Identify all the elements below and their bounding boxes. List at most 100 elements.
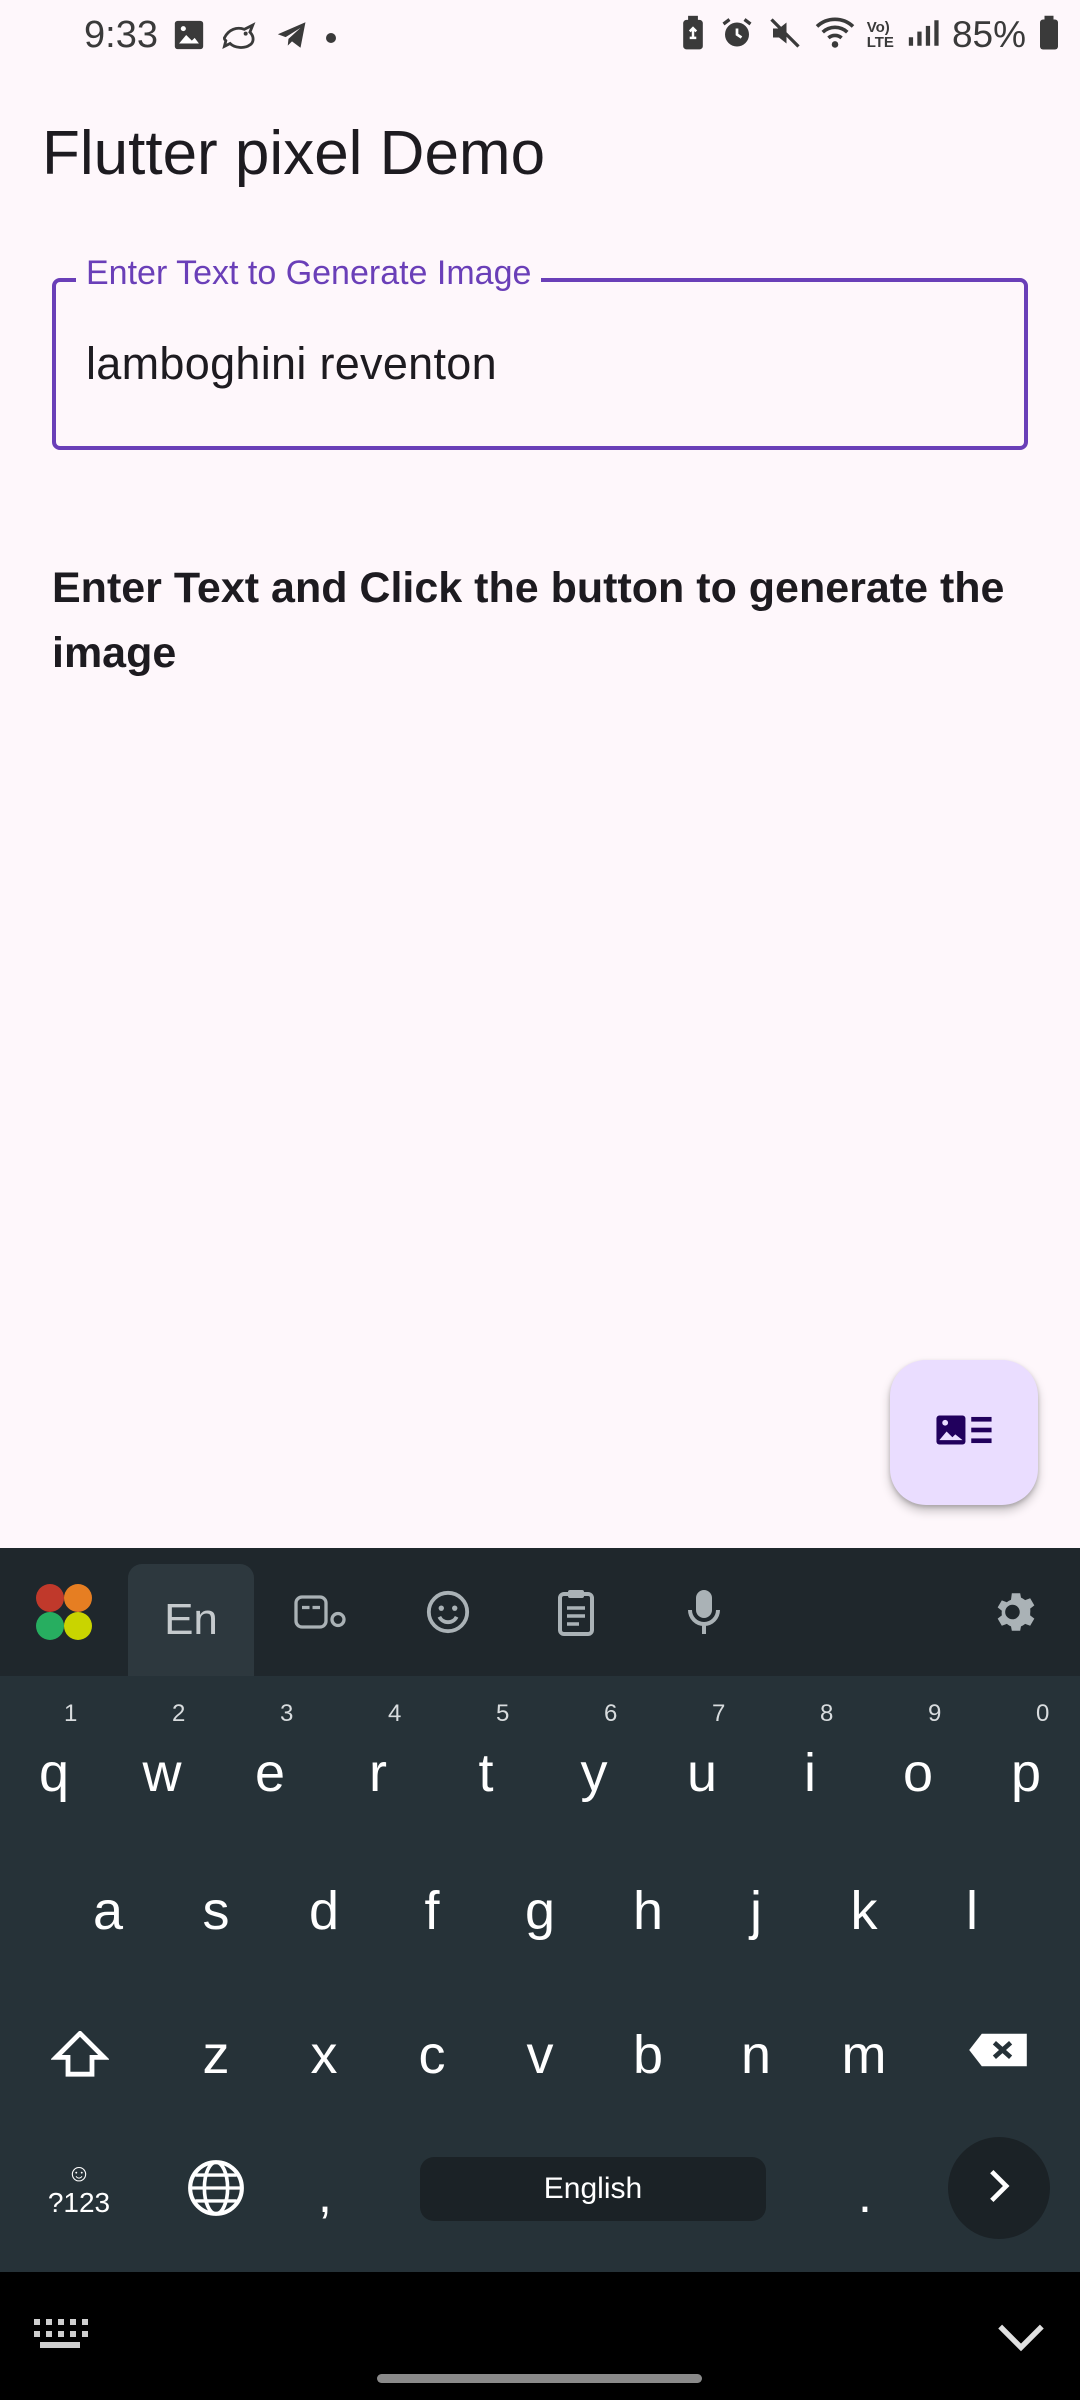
backspace-key[interactable] bbox=[956, 2020, 1040, 2080]
key-label: r bbox=[369, 1743, 387, 1803]
mute-icon bbox=[767, 15, 803, 56]
language-tab[interactable]: En bbox=[128, 1564, 254, 1676]
key-label: g bbox=[524, 1881, 556, 1941]
key-f[interactable]: f bbox=[382, 1866, 482, 1956]
chevron-right-icon bbox=[984, 2168, 1014, 2209]
hide-keyboard-icon[interactable] bbox=[996, 2322, 1046, 2357]
alarm-icon bbox=[719, 15, 755, 56]
key-label: o bbox=[902, 1743, 934, 1803]
key-w[interactable]: w bbox=[112, 1728, 212, 1818]
comma-key[interactable]: , bbox=[300, 2150, 350, 2240]
key-t[interactable]: t bbox=[436, 1728, 536, 1818]
shift-key[interactable] bbox=[40, 2020, 120, 2090]
key-label: u bbox=[686, 1743, 718, 1803]
sticker-icon[interactable] bbox=[280, 1548, 360, 1676]
key-hint: 8 bbox=[820, 1700, 834, 1727]
key-label: l bbox=[966, 1881, 978, 1941]
key-hint: 7 bbox=[712, 1700, 726, 1727]
emoji-icon[interactable] bbox=[408, 1548, 488, 1676]
image-list-icon bbox=[935, 1412, 993, 1453]
key-label: c bbox=[418, 2025, 446, 2085]
key-m[interactable]: m bbox=[814, 2010, 914, 2100]
gallery-icon bbox=[172, 18, 206, 57]
key-y[interactable]: y bbox=[544, 1728, 644, 1818]
key-label: f bbox=[424, 1881, 440, 1941]
mic-icon[interactable] bbox=[664, 1548, 744, 1676]
status-system-icons: Vo) LTE 85% bbox=[679, 14, 1060, 56]
signal-icon bbox=[906, 16, 940, 55]
app-logo-icon[interactable] bbox=[22, 1548, 106, 1676]
volte-icon: Vo) LTE bbox=[867, 20, 894, 50]
key-label: n bbox=[740, 2025, 772, 2085]
key-q[interactable]: q bbox=[4, 1728, 104, 1818]
key-label: w bbox=[142, 1743, 182, 1803]
status-time: 9:33 bbox=[84, 14, 158, 56]
wifi-icon bbox=[815, 15, 855, 56]
battery-saver-icon bbox=[679, 15, 707, 56]
key-s[interactable]: s bbox=[166, 1866, 266, 1956]
page-title: Flutter pixel Demo bbox=[42, 119, 546, 188]
key-hint: 3 bbox=[280, 1700, 294, 1727]
generate-text-input[interactable]: Enter Text to Generate Image lamboghini … bbox=[52, 254, 1028, 450]
dot-icon bbox=[324, 18, 338, 57]
keyboard-toolbar: En bbox=[0, 1548, 1080, 1676]
settings-icon[interactable] bbox=[976, 1548, 1056, 1676]
key-label: v bbox=[526, 2025, 554, 2085]
key-label: h bbox=[632, 1881, 664, 1941]
telegram-icon bbox=[274, 18, 310, 57]
key-x[interactable]: x bbox=[274, 2010, 374, 2100]
key-label: q bbox=[38, 1743, 70, 1803]
key-label: p bbox=[1010, 1743, 1042, 1803]
key-label: y bbox=[580, 1743, 608, 1803]
key-a[interactable]: a bbox=[58, 1866, 158, 1956]
symbols-key-label: ?123 bbox=[47, 2187, 111, 2218]
key-label: b bbox=[632, 2025, 664, 2085]
status-notification-icons bbox=[172, 18, 338, 57]
generate-image-button[interactable] bbox=[890, 1360, 1038, 1505]
volte-line1: Vo) bbox=[866, 19, 890, 36]
status-bar: 9:33 Vo) LTE 85% bbox=[0, 0, 1080, 78]
key-z[interactable]: z bbox=[166, 2010, 266, 2100]
key-u[interactable]: u bbox=[652, 1728, 752, 1818]
key-i[interactable]: i bbox=[760, 1728, 860, 1818]
gesture-handle bbox=[377, 2374, 702, 2383]
volte-line2: LTE bbox=[866, 34, 894, 51]
key-label: m bbox=[841, 2025, 887, 2085]
space-key[interactable]: English bbox=[420, 2157, 766, 2221]
key-hint: 2 bbox=[172, 1700, 186, 1727]
bird-icon bbox=[220, 18, 260, 57]
key-n[interactable]: n bbox=[706, 2010, 806, 2100]
key-l[interactable]: l bbox=[922, 1866, 1022, 1956]
key-v[interactable]: v bbox=[490, 2010, 590, 2100]
key-label: t bbox=[478, 1743, 494, 1803]
input-value[interactable]: lamboghini reventon bbox=[86, 338, 502, 391]
key-hint: 5 bbox=[496, 1700, 510, 1727]
key-j[interactable]: j bbox=[706, 1866, 806, 1956]
clipboard-icon[interactable] bbox=[536, 1548, 616, 1676]
key-c[interactable]: c bbox=[382, 2010, 482, 2100]
key-e[interactable]: e bbox=[220, 1728, 320, 1818]
key-hint: 6 bbox=[604, 1700, 618, 1727]
key-label: k bbox=[850, 1881, 878, 1941]
next-key[interactable] bbox=[948, 2137, 1050, 2239]
symbols-key[interactable]: ☺ ?123 bbox=[34, 2150, 124, 2230]
key-label: d bbox=[308, 1881, 340, 1941]
key-label: i bbox=[804, 1743, 816, 1803]
key-d[interactable]: d bbox=[274, 1866, 374, 1956]
key-p[interactable]: p bbox=[976, 1728, 1076, 1818]
key-o[interactable]: o bbox=[868, 1728, 968, 1818]
key-r[interactable]: r bbox=[328, 1728, 428, 1818]
emoji-small-icon: ☺ bbox=[66, 2160, 92, 2187]
key-g[interactable]: g bbox=[490, 1866, 590, 1956]
key-label: s bbox=[202, 1881, 230, 1941]
keyboard-switch-icon[interactable] bbox=[32, 2316, 88, 2355]
key-b[interactable]: b bbox=[598, 2010, 698, 2100]
key-hint: 9 bbox=[928, 1700, 942, 1727]
key-h[interactable]: h bbox=[598, 1866, 698, 1956]
input-label: Enter Text to Generate Image bbox=[76, 254, 542, 293]
period-key[interactable]: . bbox=[840, 2150, 890, 2240]
key-hint: 1 bbox=[64, 1700, 78, 1727]
language-switch-key[interactable] bbox=[178, 2148, 254, 2228]
key-k[interactable]: k bbox=[814, 1866, 914, 1956]
key-hint: 4 bbox=[388, 1700, 402, 1727]
